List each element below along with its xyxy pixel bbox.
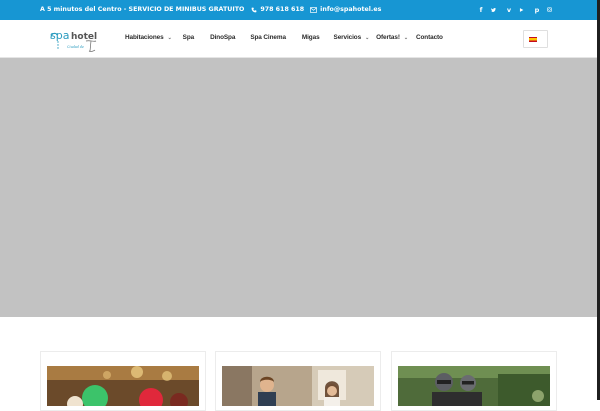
phone-number: 978 618 618 <box>260 6 305 13</box>
twitter-icon[interactable] <box>491 5 499 14</box>
chevron-down-icon: ⌄ <box>167 34 172 41</box>
nav-label: Servicios <box>333 34 362 41</box>
nav-item-servicios[interactable]: Servicios ⌄ <box>334 34 370 41</box>
logo-word-hotel: hotel <box>71 32 97 42</box>
card-image-balloons <box>47 366 199 406</box>
feature-card-2[interactable] <box>215 351 381 411</box>
nav-item-migas[interactable]: Migas <box>302 34 320 41</box>
youtube-icon[interactable] <box>519 5 527 14</box>
feature-card-3[interactable] <box>391 351 557 411</box>
nav-label: Contacto <box>415 34 443 41</box>
spain-flag-icon <box>529 36 537 42</box>
instagram-icon[interactable] <box>547 5 555 14</box>
pinterest-icon[interactable]: p <box>533 5 541 14</box>
envelope-icon <box>310 6 318 13</box>
logo-tagline: Ciudad de <box>67 45 84 49</box>
phone-link[interactable]: 978 618 618 <box>251 6 304 13</box>
email-link[interactable]: info@spahotel.es <box>310 6 381 13</box>
hero-slider <box>0 58 597 317</box>
nav-label: Spa <box>182 34 195 41</box>
nav-label: Spa Cinema <box>250 34 286 41</box>
site-logo[interactable]: spa hotel Ciudad de <box>48 27 106 53</box>
logo-word-spa: spa <box>50 29 69 42</box>
nav-label: Ofertas! <box>376 34 400 41</box>
nav-item-dinospa[interactable]: DinoSpa <box>210 34 235 41</box>
nav-label: DinoSpa <box>210 34 236 41</box>
nav-item-contacto[interactable]: Contacto <box>416 34 443 41</box>
card-image-motorbikes <box>398 366 550 406</box>
vimeo-icon[interactable]: v <box>505 5 513 14</box>
social-links: f v p <box>477 5 555 14</box>
language-selector[interactable] <box>523 30 548 48</box>
nav-item-ofertas[interactable]: Ofertas! ⌄ <box>376 34 408 41</box>
promo-text: A 5 minutos del Centro - SERVICIO DE MIN… <box>40 6 245 13</box>
phone-icon <box>251 7 257 12</box>
card-image-children <box>222 366 374 406</box>
chevron-down-icon: ⌄ <box>403 34 408 41</box>
nav-item-habitaciones[interactable]: Habitaciones ⌄ <box>125 34 172 41</box>
contact-info: A 5 minutos del Centro - SERVICIO DE MIN… <box>40 6 381 13</box>
nav-label: Migas <box>301 34 320 41</box>
feature-card-1[interactable] <box>40 351 206 411</box>
nav-item-spa[interactable]: Spa <box>182 34 195 41</box>
site-header: spa hotel Ciudad de Habitaciones ⌄ Spa D… <box>0 20 597 58</box>
nav-item-spa-cinema[interactable]: Spa Cinema <box>250 34 286 41</box>
top-info-bar: A 5 minutos del Centro - SERVICIO DE MIN… <box>0 0 600 20</box>
chevron-down-icon: ⌄ <box>365 34 370 41</box>
email-address: info@spahotel.es <box>320 6 382 13</box>
nav-label: Habitaciones <box>125 34 164 41</box>
facebook-icon[interactable]: f <box>477 5 485 14</box>
main-navigation: Habitaciones ⌄ Spa DinoSpa Spa Cinema Mi… <box>125 34 443 41</box>
